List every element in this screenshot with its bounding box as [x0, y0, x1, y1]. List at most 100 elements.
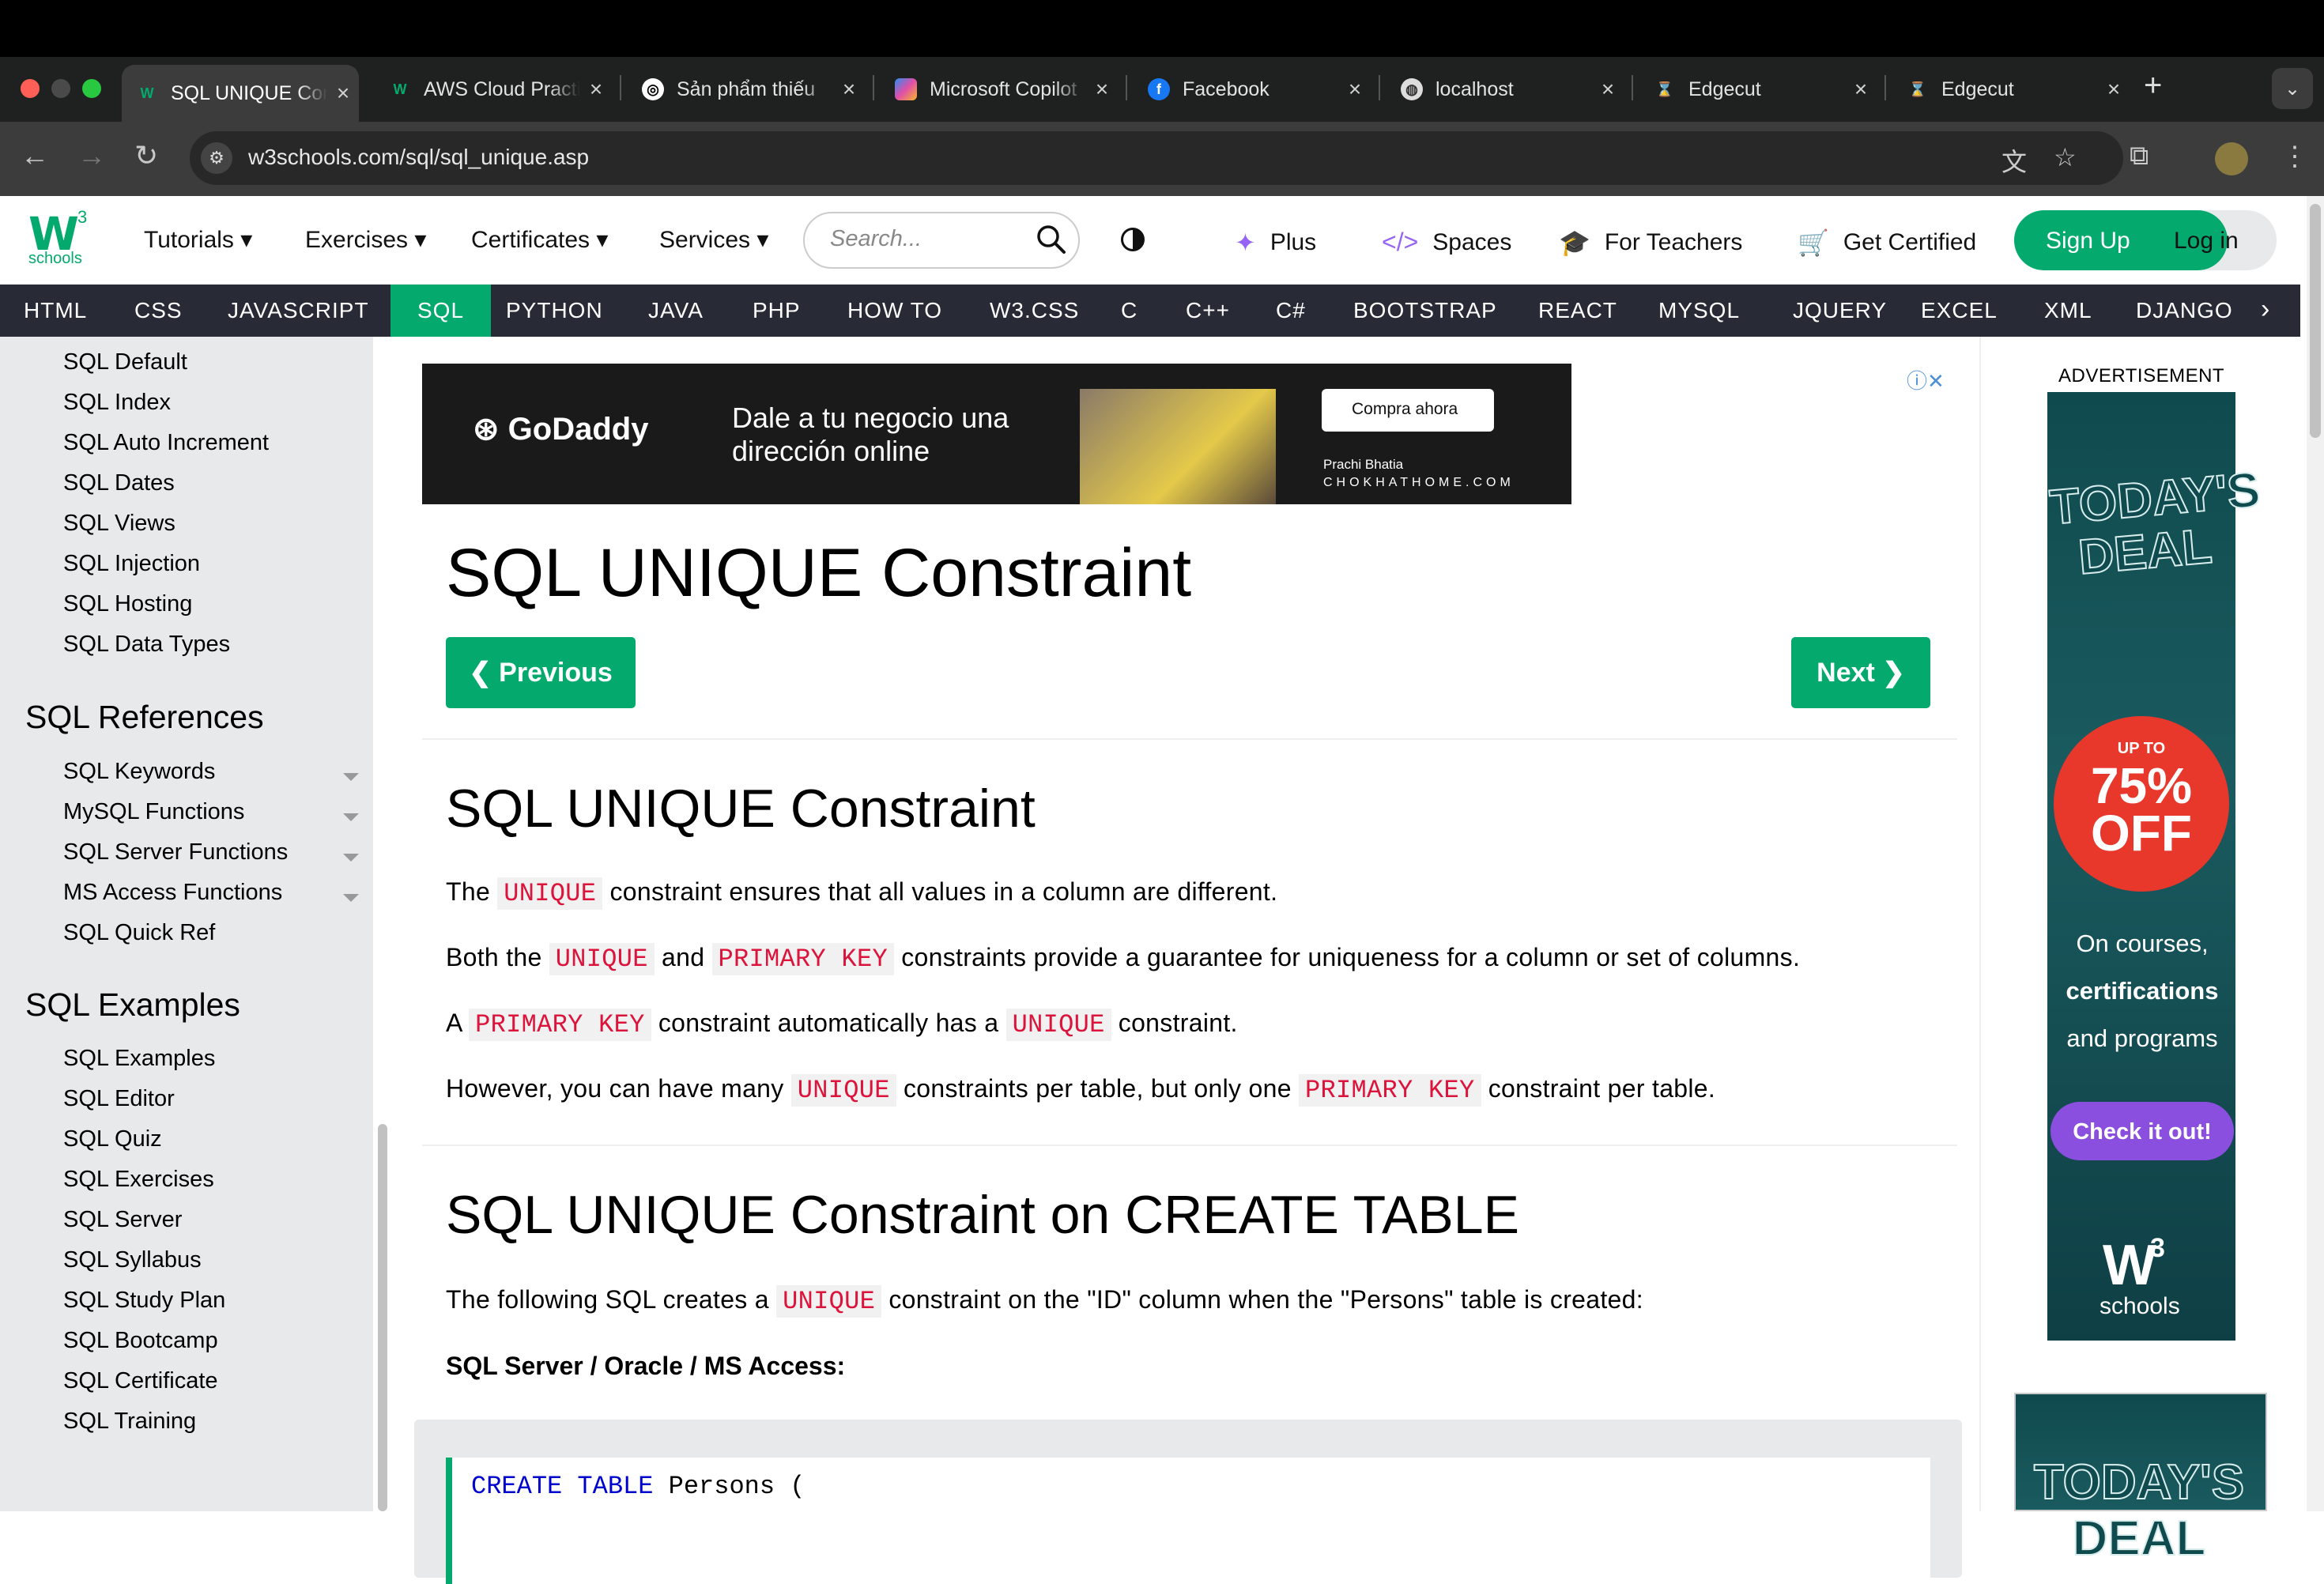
nav-for-teachers[interactable]: 🎓 For Teachers	[1559, 228, 1742, 258]
inline-code: UNIQUE	[776, 1285, 882, 1318]
caret-down-icon[interactable]	[343, 854, 359, 862]
inline-code: PRIMARY KEY	[1299, 1074, 1481, 1107]
tab-sql-unique[interactable]: W SQL UNIQUE Constraint ×	[122, 65, 359, 122]
sidebar-item[interactable]: SQL Dates	[63, 470, 175, 496]
sidebar-item[interactable]: SQL Views	[63, 511, 175, 537]
close-tab-icon[interactable]: ×	[327, 81, 359, 106]
close-tab-icon[interactable]: ×	[1086, 77, 1118, 102]
sidebar-item[interactable]: SQL Auto Increment	[63, 430, 269, 456]
tab-aws[interactable]: W AWS Cloud Practitioner ×	[375, 65, 612, 114]
sidebar-item[interactable]: SQL Syllabus	[63, 1247, 202, 1273]
inline-code: UNIQUE	[790, 1074, 896, 1107]
tab-edgecut-2[interactable]: ⌛ Edgecut ×	[1892, 65, 2130, 114]
minimize-window-button[interactable]	[51, 79, 70, 98]
back-icon[interactable]: ←	[21, 139, 49, 172]
lang-excel[interactable]: EXCEL	[1921, 285, 1998, 337]
nav-plus[interactable]: ✦ Plus	[1235, 228, 1316, 258]
sidebar-item[interactable]: SQL Injection	[63, 551, 200, 577]
sidebar-item[interactable]: SQL Training	[63, 1409, 196, 1435]
lang-html[interactable]: HTML	[24, 285, 87, 337]
lang-c[interactable]: C	[1121, 285, 1137, 337]
lang-php[interactable]: PHP	[753, 285, 801, 337]
tab-facebook[interactable]: f Facebook ×	[1134, 65, 1371, 114]
lang-python[interactable]: PYTHON	[506, 285, 603, 337]
lang-w3css[interactable]: W3.CSS	[990, 285, 1079, 337]
sidebar-item[interactable]: SQL Server Functions	[63, 839, 288, 866]
close-window-button[interactable]	[21, 79, 40, 98]
menu-certificates[interactable]: Certificates ▾	[471, 226, 608, 254]
bookmark-star-icon[interactable]: ☆	[2054, 142, 2077, 172]
close-tab-icon[interactable]: ×	[1339, 77, 1371, 102]
maximize-window-button[interactable]	[82, 79, 101, 98]
sidebar-item[interactable]: MS Access Functions	[63, 880, 282, 906]
ad-info-close-icon[interactable]: ⓘ✕	[1907, 365, 1945, 394]
sidebar-item[interactable]: SQL Examples	[63, 1046, 215, 1072]
menu-exercises[interactable]: Exercises ▾	[305, 226, 426, 254]
nav-spaces[interactable]: </> Spaces	[1382, 228, 1511, 257]
tab-search-button[interactable]: ⌄	[2272, 68, 2313, 109]
tab-localhost[interactable]: ◍ localhost ×	[1386, 65, 1624, 114]
lang-django[interactable]: DJANGO	[2136, 285, 2233, 337]
tab-copilot[interactable]: Microsoft Copilot ×	[881, 65, 1118, 114]
sidebar-item[interactable]: SQL Default	[63, 349, 187, 375]
sidebar-item[interactable]: SQL Hosting	[63, 591, 192, 617]
menu-services[interactable]: Services ▾	[659, 226, 768, 254]
reload-icon[interactable]: ↻	[134, 139, 158, 172]
lang-mysql[interactable]: MYSQL	[1658, 285, 1740, 337]
caret-down-icon[interactable]	[343, 773, 359, 781]
profile-avatar[interactable]	[2215, 142, 2248, 175]
sidebar-item[interactable]: SQL Server	[63, 1207, 182, 1233]
search-placeholder: Search...	[830, 226, 922, 251]
lang-java[interactable]: JAVA	[648, 285, 704, 337]
login-label[interactable]: Log in	[2174, 228, 2239, 255]
browser-menu-icon[interactable]: ⋮	[2281, 141, 2308, 172]
sidebar-item[interactable]: SQL Quick Ref	[63, 920, 215, 946]
sidebar-item[interactable]: SQL Index	[63, 390, 171, 416]
sidebar-item[interactable]: SQL Certificate	[63, 1368, 218, 1394]
next-button[interactable]: Next ❯	[1791, 637, 1930, 708]
caret-down-icon[interactable]	[343, 894, 359, 902]
lang-jquery[interactable]: JQUERY	[1793, 285, 1887, 337]
close-tab-icon[interactable]: ×	[2098, 77, 2130, 102]
chevron-right-icon[interactable]: ›	[2261, 294, 2269, 325]
dark-mode-toggle-icon[interactable]	[1121, 228, 1145, 251]
translate-icon[interactable]: 文	[2001, 142, 2027, 179]
new-tab-button[interactable]: +	[2144, 68, 2162, 104]
sidebar-item[interactable]: SQL Exercises	[63, 1167, 214, 1193]
sidebar-item[interactable]: SQL Bootcamp	[63, 1328, 218, 1354]
sidebar-item[interactable]: SQL Keywords	[63, 759, 215, 785]
close-tab-icon[interactable]: ×	[1592, 77, 1624, 102]
extensions-icon[interactable]: ⧉	[2130, 141, 2149, 172]
site-info-icon[interactable]: ⚙	[201, 142, 232, 174]
close-tab-icon[interactable]: ×	[580, 77, 612, 102]
page-scrollbar-thumb[interactable]	[2310, 204, 2321, 438]
lang-css[interactable]: CSS	[134, 285, 183, 337]
w3schools-logo[interactable]: W 3 schools	[28, 207, 100, 270]
sidebar-item[interactable]: SQL Quiz	[63, 1126, 162, 1152]
nav-get-certified[interactable]: 🛒 Get Certified	[1798, 228, 1976, 258]
search-icon[interactable]	[1034, 222, 1069, 257]
url-text[interactable]: w3schools.com/sql/sql_unique.asp	[248, 145, 589, 170]
previous-button[interactable]: ❮ Previous	[446, 637, 636, 708]
ad-line: certifications	[2066, 977, 2219, 1005]
lang-react[interactable]: REACT	[1538, 285, 1617, 337]
sidebar-item[interactable]: MySQL Functions	[63, 799, 244, 825]
lang-sql[interactable]: SQL	[390, 285, 492, 337]
lang-javascript[interactable]: JAVASCRIPT	[228, 285, 369, 337]
caret-down-icon[interactable]	[343, 813, 359, 821]
close-tab-icon[interactable]: ×	[1845, 77, 1877, 102]
sidebar-item[interactable]: SQL Study Plan	[63, 1288, 225, 1314]
sidebar-item[interactable]: SQL Data Types	[63, 632, 230, 658]
forward-icon[interactable]: →	[77, 139, 106, 172]
lang-howto[interactable]: HOW TO	[847, 285, 942, 337]
lang-bootstrap[interactable]: BOOTSTRAP	[1353, 285, 1497, 337]
tab-edgecut-1[interactable]: ⌛ Edgecut ×	[1639, 65, 1877, 114]
sidebar-item[interactable]: SQL Editor	[63, 1086, 175, 1112]
lang-xml[interactable]: XML	[2044, 285, 2092, 337]
lang-cpp[interactable]: C++	[1186, 285, 1230, 337]
lang-csharp[interactable]: C#	[1276, 285, 1306, 337]
menu-tutorials[interactable]: Tutorials ▾	[144, 226, 252, 254]
close-tab-icon[interactable]: ×	[833, 77, 865, 102]
tab-openai[interactable]: ◎ Sản phẩm thiếu ×	[628, 65, 865, 114]
sidebar-scrollbar[interactable]	[378, 1124, 387, 1511]
